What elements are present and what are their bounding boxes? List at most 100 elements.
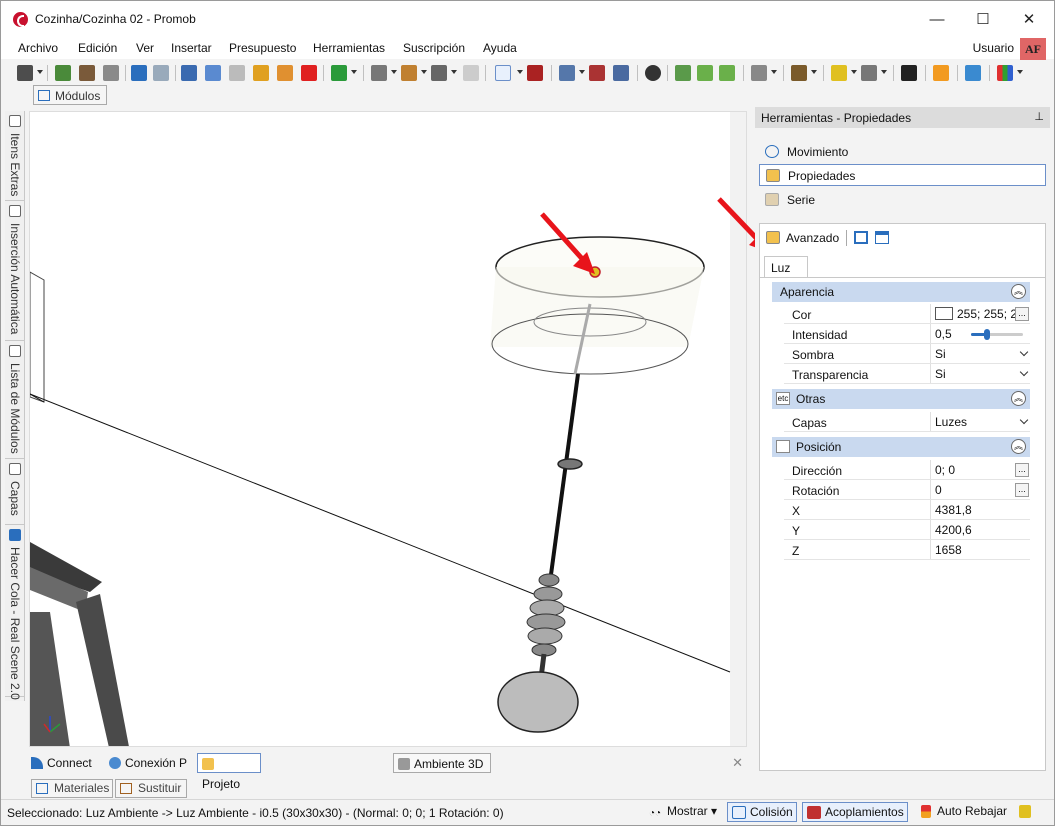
chevron-up-icon[interactable]: ︽	[1011, 391, 1026, 406]
save-icon[interactable]	[17, 65, 33, 81]
chevron-down-icon[interactable]	[771, 70, 777, 74]
direction-value[interactable]: 0; 0 ...	[930, 460, 1030, 479]
transparency-select[interactable]: Si	[930, 364, 1030, 383]
layout-icon[interactable]	[371, 65, 387, 81]
chevron-down-icon[interactable]	[351, 70, 357, 74]
viewport-3d[interactable]	[29, 111, 747, 747]
slider-thumb[interactable]	[983, 329, 990, 340]
menu-ayuda[interactable]: Ayuda	[483, 41, 517, 55]
close-button[interactable]: ✕	[1006, 7, 1052, 33]
delete-icon[interactable]	[301, 65, 317, 81]
chat-icon[interactable]	[965, 65, 981, 81]
arrow-left-icon[interactable]	[697, 65, 713, 81]
menu-insertar[interactable]: Insertar	[171, 41, 212, 55]
color-value[interactable]: 255; 255; 25 ...	[930, 304, 1030, 323]
panel-item-serie[interactable]: Serie	[759, 189, 1046, 211]
chevron-down-icon[interactable]	[37, 70, 43, 74]
tools-icon[interactable]	[1015, 802, 1036, 822]
tab-itens-extras[interactable]: Itens Extras	[5, 111, 25, 201]
z-input[interactable]: 1658	[930, 540, 1030, 559]
tab-hacer-cola[interactable]: Hacer Cola - Real Scene 2.0	[5, 525, 25, 700]
menu-herramientas[interactable]: Herramientas	[313, 41, 385, 55]
panel-item-propiedades[interactable]: Propiedades	[759, 164, 1046, 186]
tab-conexion[interactable]: Conexión P	[109, 753, 187, 773]
alphabetical-view-icon[interactable]	[875, 231, 889, 244]
undo-icon[interactable]	[131, 65, 147, 81]
category-otras[interactable]: etc Otras ︽	[772, 389, 1030, 409]
advanced-icon[interactable]	[766, 231, 780, 244]
layers-select[interactable]: Luzes	[930, 412, 1030, 431]
modules-tab[interactable]: Módulos	[33, 85, 107, 105]
layers-icon[interactable]	[559, 65, 575, 81]
move-icon[interactable]	[901, 65, 917, 81]
chevron-down-icon[interactable]	[1017, 70, 1023, 74]
tab-insercion-automatica[interactable]: Inserción Automática	[5, 201, 25, 341]
advanced-label[interactable]: Avanzado	[786, 231, 839, 245]
chevron-up-icon[interactable]: ︽	[1011, 284, 1026, 299]
pin-icon[interactable]: ⊥	[1034, 110, 1044, 123]
camera-icon[interactable]	[861, 65, 877, 81]
tab-lista-de-modulos[interactable]: Lista de Módulos	[5, 341, 25, 459]
auto-lower-toggle[interactable]: Auto Rebajar	[915, 802, 1010, 822]
hammer-icon[interactable]	[253, 65, 269, 81]
eye-icon[interactable]	[645, 65, 661, 81]
tab-materiales[interactable]: Materiales	[31, 779, 113, 798]
frame-icon[interactable]	[751, 65, 767, 81]
arrow-right-icon[interactable]	[719, 65, 735, 81]
tab-capas[interactable]: Capas	[5, 459, 25, 525]
tab-luz[interactable]: Luz	[764, 256, 808, 278]
panel-item-movimiento[interactable]: Movimiento	[759, 141, 1046, 163]
chevron-down-icon[interactable]	[421, 70, 427, 74]
ellipsis-button[interactable]: ...	[1015, 483, 1029, 497]
measure-icon[interactable]	[527, 65, 543, 81]
chevron-down-icon[interactable]	[579, 70, 585, 74]
menu-ver[interactable]: Ver	[136, 41, 154, 55]
collision-toggle[interactable]: Colisión	[727, 802, 797, 822]
menu-edicion[interactable]: Edición	[78, 41, 117, 55]
tab-connect[interactable]: Connect	[31, 753, 92, 773]
chevron-down-icon[interactable]	[391, 70, 397, 74]
light-icon[interactable]	[831, 65, 847, 81]
shadow-select[interactable]: Si	[930, 344, 1030, 363]
paste-icon[interactable]	[229, 65, 245, 81]
menu-presupuesto[interactable]: Presupuesto	[229, 41, 296, 55]
chevron-down-icon[interactable]	[451, 70, 457, 74]
person-icon[interactable]	[933, 65, 949, 81]
menu-archivo[interactable]: Archivo	[18, 41, 58, 55]
couplings-toggle[interactable]: Acoplamientos	[802, 802, 908, 822]
palette-icon[interactable]	[997, 65, 1013, 81]
chevron-up-icon[interactable]: ︽	[1011, 439, 1026, 454]
render-icon[interactable]	[55, 65, 71, 81]
box-icon[interactable]	[791, 65, 807, 81]
intensity-value[interactable]: 0,5	[930, 324, 1030, 343]
chevron-down-icon[interactable]	[517, 70, 523, 74]
rotation-value[interactable]: 0 ...	[930, 480, 1030, 499]
cut-icon[interactable]	[181, 65, 197, 81]
elevation-icon[interactable]	[589, 65, 605, 81]
chevron-down-icon[interactable]	[881, 70, 887, 74]
paint-icon[interactable]	[277, 65, 293, 81]
shape-icon[interactable]	[431, 65, 447, 81]
user-avatar[interactable]: AF	[1020, 38, 1046, 60]
print-icon[interactable]	[103, 65, 119, 81]
catalog-icon[interactable]	[675, 65, 691, 81]
chevron-down-icon[interactable]	[851, 70, 857, 74]
categorized-view-icon[interactable]	[854, 231, 868, 244]
print-preview-icon[interactable]	[79, 65, 95, 81]
user-menu[interactable]: Usuario	[973, 41, 1014, 55]
category-posicion[interactable]: Posición ︽	[772, 437, 1030, 457]
select-cursor-icon[interactable]	[495, 65, 511, 81]
tab-projeto[interactable]: Projeto	[197, 753, 261, 791]
minimize-button[interactable]: —	[914, 7, 960, 33]
maximize-button[interactable]: ☐	[960, 7, 1006, 33]
wall-icon[interactable]	[401, 65, 417, 81]
close-viewport-icon[interactable]: ✕	[732, 755, 743, 771]
budget-icon[interactable]	[331, 65, 347, 81]
ellipsis-button[interactable]: ...	[1015, 307, 1029, 321]
view-3d-icon[interactable]	[613, 65, 629, 81]
copy-icon[interactable]	[205, 65, 221, 81]
intensity-slider[interactable]	[971, 329, 1023, 340]
chevron-down-icon[interactable]	[811, 70, 817, 74]
ellipsis-button[interactable]: ...	[1015, 463, 1029, 477]
tab-ambiente-3d[interactable]: Ambiente 3D	[393, 753, 491, 773]
